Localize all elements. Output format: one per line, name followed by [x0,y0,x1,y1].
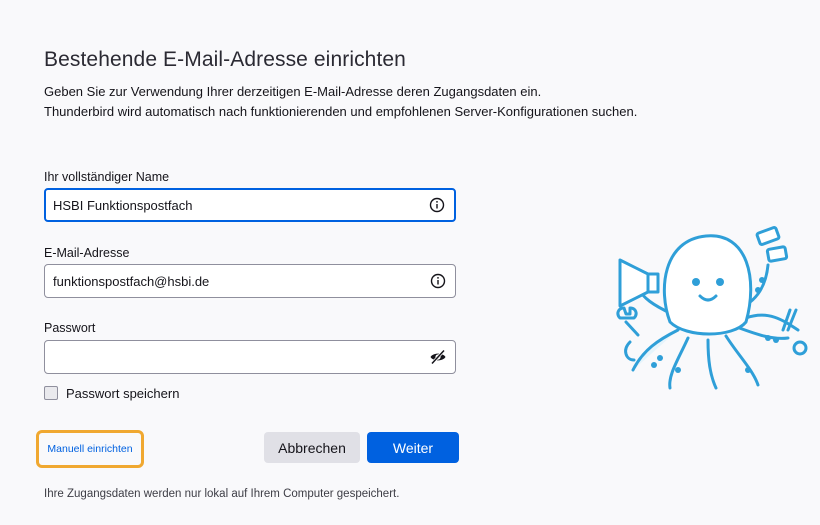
octopus-mascot-illustration [608,210,816,400]
privacy-note: Ihre Zugangsdaten werden nur lokal auf I… [44,488,400,500]
description-line-1: Geben Sie zur Verwendung Ihrer derzeitig… [44,84,542,99]
next-button[interactable]: Weiter [367,432,459,463]
email-input[interactable] [53,265,415,297]
remember-password-row[interactable]: Passwort speichern [44,384,179,402]
info-icon[interactable] [428,196,446,214]
remember-password-checkbox[interactable] [44,386,58,400]
email-label: E-Mail-Adresse [44,246,130,260]
eye-slash-icon[interactable] [429,348,447,366]
manual-setup-link[interactable]: Manuell einrichten [47,443,132,455]
page-title: Bestehende E-Mail-Adresse einrichten [44,48,406,72]
password-input[interactable] [53,341,415,373]
name-label: Ihr vollständiger Name [44,170,170,184]
remember-password-label[interactable]: Passwort speichern [66,386,179,401]
email-field[interactable] [44,264,456,298]
name-field[interactable] [44,188,456,222]
manual-setup-highlight: Manuell einrichten [36,430,144,468]
password-label: Passwort [44,321,96,335]
page-description: Geben Sie zur Verwendung Ihrer derzeitig… [44,82,764,122]
description-line-2: Thunderbird wird automatisch nach funkti… [44,104,638,119]
info-icon[interactable] [429,272,447,290]
password-field[interactable] [44,340,456,374]
name-input[interactable] [53,190,414,220]
cancel-button[interactable]: Abbrechen [264,432,360,463]
